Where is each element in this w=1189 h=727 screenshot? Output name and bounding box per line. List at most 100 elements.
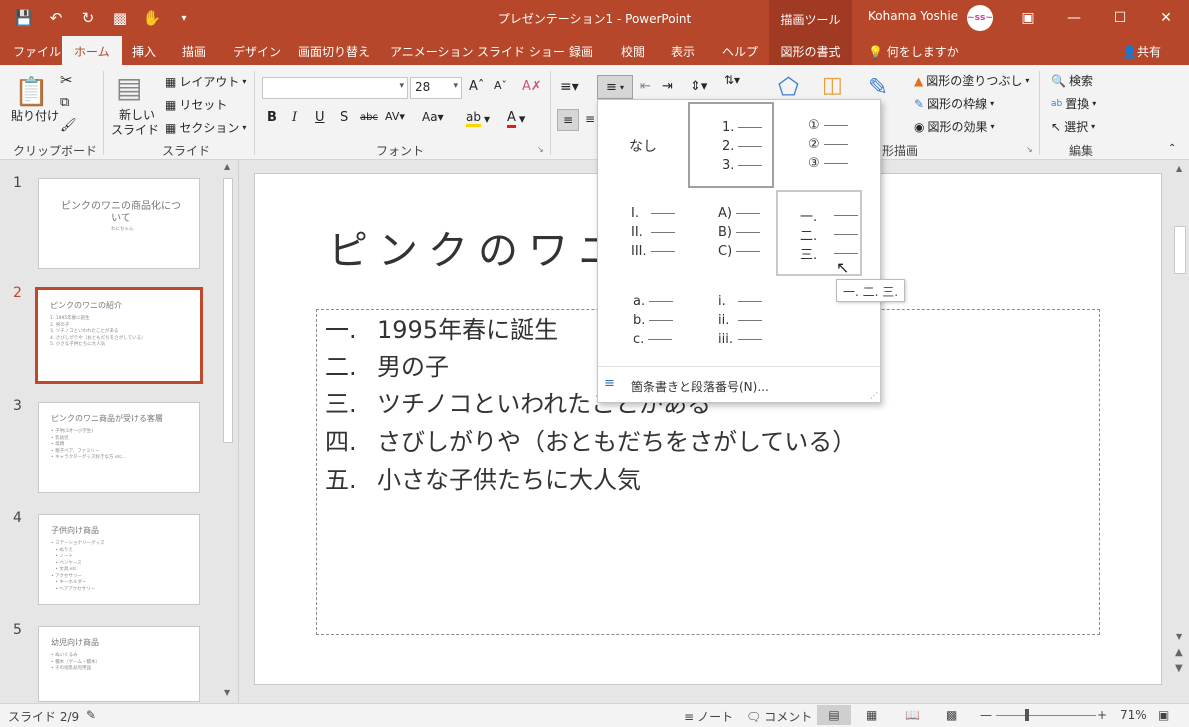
- slide-thumbnail[interactable]: ピンクのワニの商品化について わにちゃん: [38, 178, 200, 269]
- numbering-circled[interactable]: ① ② ③: [776, 102, 862, 188]
- slideshow-icon[interactable]: ▩: [106, 6, 134, 30]
- tab-file[interactable]: ファイル: [13, 36, 61, 65]
- numbering-button[interactable]: ≡ ▾: [597, 75, 633, 99]
- bullets-and-numbering-link[interactable]: ≡ 箇条書きと段落番号(N)... ⋰: [598, 366, 880, 404]
- tab-slideshow[interactable]: スライド ショー: [477, 36, 565, 65]
- list-item[interactable]: 二. 男の子: [325, 347, 449, 382]
- tab-animations[interactable]: アニメーション: [390, 36, 474, 65]
- increase-indent-icon[interactable]: ⇥: [662, 79, 673, 94]
- previous-slide-icon[interactable]: ▲: [1175, 647, 1183, 658]
- slideshow-view-icon[interactable]: ▩: [946, 708, 957, 722]
- numbering-alpha-paren[interactable]: A) B) C): [688, 190, 774, 276]
- thumbnails-scrollbar[interactable]: ▲ ▼: [221, 160, 235, 703]
- numbering-none[interactable]: なし: [601, 102, 687, 188]
- scroll-down-icon[interactable]: ▼: [1176, 632, 1182, 641]
- fit-to-window-icon[interactable]: ▣: [1158, 708, 1169, 722]
- change-case-icon[interactable]: Aa▾: [422, 110, 444, 124]
- tell-me[interactable]: 💡 何をしますか: [868, 36, 959, 65]
- ribbon-display-icon[interactable]: ▣: [1005, 0, 1051, 36]
- cut-icon[interactable]: ✂: [60, 71, 73, 89]
- tab-draw[interactable]: 描画: [182, 36, 206, 65]
- list-item[interactable]: 五. 小さな子供たちに大人気: [325, 460, 641, 495]
- comments-button[interactable]: 🗨 コメント: [746, 708, 812, 725]
- numbering-decimal[interactable]: 1. 2. 3.: [688, 102, 774, 188]
- underline-icon[interactable]: U: [315, 110, 325, 125]
- slide-sorter-icon[interactable]: ▦: [866, 708, 877, 722]
- shape-effects-button[interactable]: ◉ 図形の効果 ▾: [914, 118, 995, 135]
- zoom-out-icon[interactable]: —: [980, 708, 992, 722]
- clear-format-icon[interactable]: A✗: [522, 79, 542, 94]
- list-item[interactable]: 四. さびしがりや（おともだちをさがしている）: [325, 422, 856, 457]
- numbering-roman-upper[interactable]: I. II. III.: [601, 190, 687, 276]
- scroll-up-icon[interactable]: ▲: [224, 162, 230, 171]
- slide-thumbnail[interactable]: ピンクのワニ商品が受ける客層 • 子供(3才〜小学生) • 乳幼児 • 母親 •…: [38, 402, 200, 493]
- shape-outline-button[interactable]: ✎ 図形の枠線 ▾: [914, 95, 994, 112]
- bullets-icon[interactable]: ≡▾: [560, 79, 579, 95]
- numbering-roman-lower[interactable]: i. ii. iii.: [688, 278, 774, 364]
- redo-icon[interactable]: ↻: [74, 6, 102, 30]
- copy-icon[interactable]: ⧉: [60, 95, 69, 110]
- customize-qat-icon[interactable]: ▾: [170, 6, 198, 30]
- layout-button[interactable]: ▦ レイアウト ▾: [165, 73, 246, 90]
- notes-button[interactable]: ≡ ノート: [684, 708, 733, 725]
- italic-icon[interactable]: I: [292, 110, 297, 125]
- avatar[interactable]: ~ss~: [967, 5, 993, 31]
- slide-thumbnail-selected[interactable]: ピンクのワニの紹介 1. 1995年春に誕生 2. 男の子 3. ツチノコといわ…: [35, 287, 203, 384]
- next-slide-icon[interactable]: ▼: [1175, 663, 1183, 674]
- tab-transitions[interactable]: 画面切り替え: [298, 36, 370, 65]
- arrange-icon[interactable]: ◫: [822, 73, 843, 98]
- new-slide-icon[interactable]: ▤: [116, 71, 142, 104]
- tab-help[interactable]: ヘルプ: [722, 36, 758, 65]
- align-left-icon[interactable]: ≡: [557, 109, 579, 131]
- zoom-in-icon[interactable]: +: [1097, 708, 1107, 722]
- slide-thumbnail[interactable]: 幼児向け商品 • ぬいぐるみ • 積木（ゲーム・積木） • その他乳幼児用品: [38, 626, 200, 702]
- zoom-slider-handle[interactable]: [1025, 709, 1029, 721]
- list-item[interactable]: 一. 1995年春に誕生: [325, 310, 558, 345]
- tab-design[interactable]: デザイン: [233, 36, 281, 65]
- tab-shape-format[interactable]: 図形の書式: [769, 36, 852, 65]
- reset-button[interactable]: ▦ リセット: [165, 96, 227, 113]
- strikethrough-icon[interactable]: abc: [360, 112, 378, 123]
- text-direction-icon[interactable]: ⇅▾: [724, 73, 740, 87]
- slide-thumbnail[interactable]: 子供向け商品 • ステーショナリーグッズ • ぬりえ • ノート • ペンケース…: [38, 514, 200, 605]
- scroll-up-icon[interactable]: ▲: [1176, 164, 1182, 173]
- resize-grip-icon[interactable]: ⋰: [870, 391, 878, 400]
- undo-icon[interactable]: ↶: [42, 6, 70, 30]
- char-spacing-icon[interactable]: AV▾: [385, 110, 405, 123]
- shadow-icon[interactable]: S: [340, 110, 348, 125]
- touch-mode-icon[interactable]: ✋: [138, 6, 166, 30]
- reading-view-icon[interactable]: 📖: [905, 708, 920, 722]
- decrease-font-icon[interactable]: Aˇ: [494, 79, 507, 92]
- font-name-combo[interactable]: ▾: [262, 77, 408, 99]
- minimize-icon[interactable]: —: [1051, 0, 1097, 36]
- dialog-launcher-icon[interactable]: ↘: [537, 145, 544, 154]
- numbering-alpha-lower[interactable]: a. b. c.: [601, 278, 687, 364]
- section-button[interactable]: ▦ セクション ▾: [165, 119, 246, 136]
- tab-view[interactable]: 表示: [671, 36, 695, 65]
- paste-icon[interactable]: 📋: [14, 71, 50, 111]
- select-button[interactable]: ↖ 選択 ▾: [1051, 118, 1095, 135]
- align-center-icon[interactable]: ≡: [585, 112, 595, 126]
- format-painter-icon[interactable]: 🖌: [60, 118, 77, 133]
- font-size-combo[interactable]: 28 ▾: [410, 77, 462, 99]
- zoom-level[interactable]: 71%: [1120, 708, 1147, 722]
- shape-fill-button[interactable]: ▲ 図形の塗りつぶし ▾: [914, 72, 1029, 89]
- highlight-icon[interactable]: ab ▾: [466, 110, 490, 127]
- scroll-down-icon[interactable]: ▼: [224, 688, 230, 697]
- quick-styles-icon[interactable]: ✎: [868, 73, 888, 101]
- bold-icon[interactable]: B: [267, 110, 277, 125]
- share-button[interactable]: 👤共有: [1122, 36, 1161, 65]
- scrollbar-thumb[interactable]: [223, 178, 233, 443]
- slide-indicator[interactable]: スライド 2/9: [8, 708, 79, 725]
- editor-scrollbar[interactable]: ▲ ▼ ▲ ▼: [1172, 160, 1189, 703]
- new-slide-label-2[interactable]: スライド: [111, 121, 159, 138]
- user-name[interactable]: Kohama Yoshie: [868, 9, 958, 23]
- paste-button[interactable]: 貼り付け: [11, 107, 59, 124]
- normal-view-icon[interactable]: ▤: [817, 705, 851, 725]
- slide-title[interactable]: ピンクのワニ: [328, 218, 628, 276]
- font-color-icon[interactable]: A ▾: [507, 110, 525, 128]
- close-icon[interactable]: ✕: [1143, 0, 1189, 36]
- replace-button[interactable]: ab 置換 ▾: [1051, 95, 1096, 112]
- scrollbar-thumb[interactable]: [1174, 226, 1186, 274]
- dialog-launcher-icon[interactable]: ↘: [1026, 145, 1033, 154]
